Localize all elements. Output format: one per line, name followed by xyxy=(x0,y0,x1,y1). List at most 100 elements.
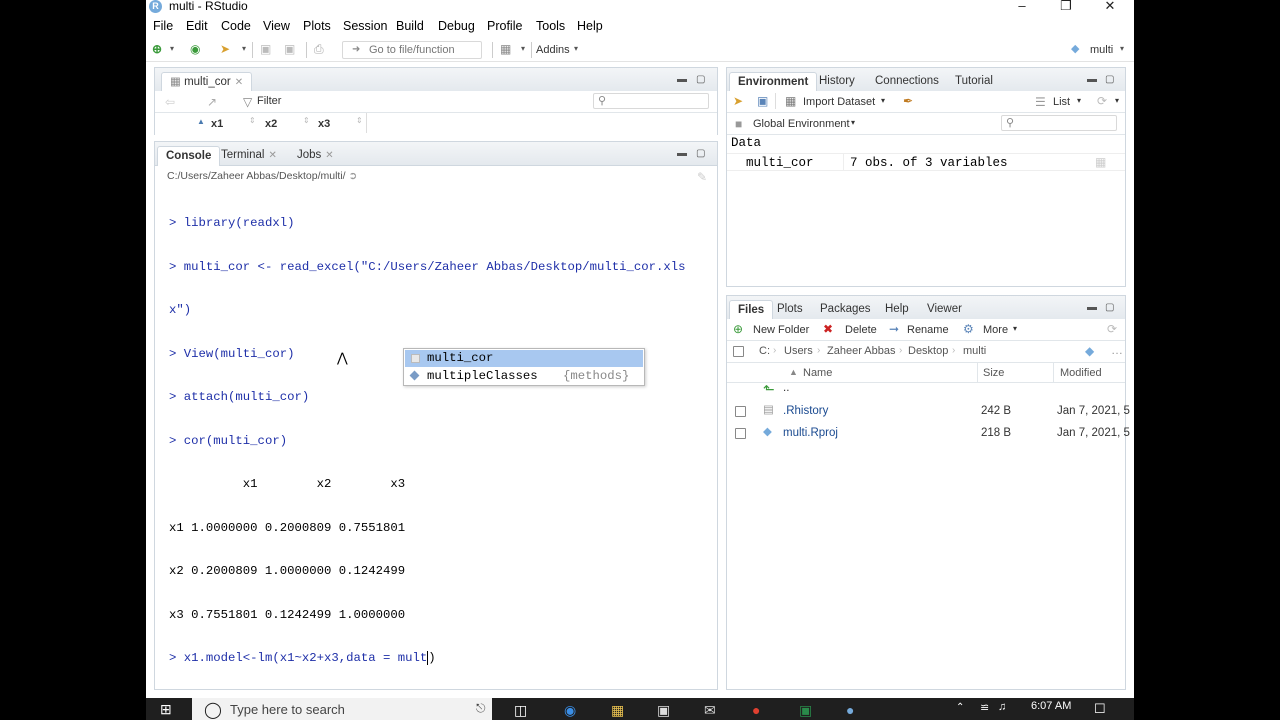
close-icon[interactable]: ✕ xyxy=(1095,0,1125,15)
windows-start-icon[interactable]: ⊞ xyxy=(160,701,172,718)
menu-build[interactable]: Build xyxy=(396,19,424,33)
parent-directory-link[interactable]: .. xyxy=(783,382,789,394)
broom-icon[interactable]: ✒ xyxy=(903,94,913,108)
breadcrumb-item[interactable]: multi xyxy=(963,345,986,357)
store-icon[interactable]: ▣ xyxy=(657,702,670,719)
scope-selector[interactable]: Global Environment xyxy=(753,118,850,130)
file-row-parent[interactable]: ⬑ .. xyxy=(727,378,1125,400)
chevron-down-icon[interactable]: ▾ xyxy=(1115,96,1119,105)
tab-jobs[interactable]: Jobs ✕ xyxy=(289,146,342,166)
wifi-icon[interactable]: ≌ xyxy=(980,701,989,714)
minimize-pane-icon[interactable]: ▬ xyxy=(677,74,687,85)
rename-button[interactable]: Rename xyxy=(907,324,949,336)
file-name-link[interactable]: .Rhistory xyxy=(783,405,828,417)
minimize-pane-icon[interactable]: ▬ xyxy=(1087,302,1097,313)
tab-plots[interactable]: Plots xyxy=(769,300,811,320)
popout-icon[interactable]: ↗ xyxy=(207,95,217,109)
autocomplete-item-multiple-classes[interactable]: multipleClasses {methods} xyxy=(405,368,643,385)
sort-up-icon[interactable]: ▲ xyxy=(197,117,205,126)
refresh-icon[interactable]: ⟳ xyxy=(1107,322,1117,336)
autocomplete-item-multi-cor[interactable]: multi_cor xyxy=(405,350,643,367)
project-icon[interactable]: ◆ xyxy=(1085,344,1094,358)
notifications-icon[interactable]: ☐ xyxy=(1094,701,1106,717)
chevron-down-icon[interactable]: ▾ xyxy=(521,41,525,57)
save-workspace-icon[interactable]: ▣ xyxy=(757,94,768,108)
close-tab-icon[interactable]: ✕ xyxy=(235,77,243,88)
chevron-down-icon[interactable]: ▾ xyxy=(242,41,246,57)
tab-multi-cor[interactable]: ▦ multi_cor ✕ xyxy=(161,72,253,92)
tab-viewer[interactable]: Viewer xyxy=(919,300,970,320)
minimize-pane-icon[interactable]: ▬ xyxy=(1087,74,1097,85)
close-tab-icon[interactable]: ✕ xyxy=(268,150,276,161)
console-input-line[interactable]: > x1.model<-lm(x1~x2+x3,data = mult) xyxy=(169,651,707,666)
menu-tools[interactable]: Tools xyxy=(536,19,565,33)
addins-button[interactable]: Addins xyxy=(536,42,570,58)
tab-environment[interactable]: Environment xyxy=(729,72,818,92)
menu-profile[interactable]: Profile xyxy=(487,19,522,33)
chrome-icon[interactable]: ● xyxy=(752,702,760,718)
maximize-pane-icon[interactable]: ▢ xyxy=(696,148,705,159)
maximize-pane-icon[interactable]: ▢ xyxy=(696,74,705,85)
tab-terminal[interactable]: Terminal ✕ xyxy=(213,146,285,166)
project-menu[interactable]: multi xyxy=(1090,42,1113,58)
import-dataset-button[interactable]: Import Dataset xyxy=(803,96,875,108)
menu-view[interactable]: View xyxy=(263,19,290,33)
menu-code[interactable]: Code xyxy=(221,19,251,33)
view-table-icon[interactable]: ▦ xyxy=(1095,155,1106,169)
file-checkbox[interactable] xyxy=(735,428,746,439)
maximize-pane-icon[interactable]: ▢ xyxy=(1105,74,1114,85)
chevron-down-icon[interactable]: ▾ xyxy=(881,96,885,105)
chevron-down-icon[interactable]: ▾ xyxy=(574,41,578,57)
load-workspace-icon[interactable]: ➤ xyxy=(733,94,743,108)
file-row[interactable]: ◆ multi.Rproj 218 B Jan 7, 2021, 5 xyxy=(727,422,1130,444)
menu-debug[interactable]: Debug xyxy=(438,19,475,33)
breadcrumb-item[interactable]: C: xyxy=(759,345,770,357)
breadcrumb-item[interactable]: Users xyxy=(784,345,813,357)
tab-connections[interactable]: Connections xyxy=(867,72,947,92)
microphone-icon[interactable]: ⎋ xyxy=(476,701,486,716)
sort-icon[interactable]: ⇕ xyxy=(303,116,310,125)
search-input[interactable]: ⚲ xyxy=(1001,115,1117,131)
chevron-down-icon[interactable]: ▾ xyxy=(851,118,855,127)
file-row[interactable]: ▤ .Rhistory 242 B Jan 7, 2021, 5 xyxy=(727,400,1130,422)
environment-row[interactable]: multi_cor 7 obs. of 3 variables ▦ xyxy=(727,153,1125,171)
edge-browser-icon[interactable]: ◉ xyxy=(564,702,576,719)
chevron-down-icon[interactable]: ▾ xyxy=(170,41,174,57)
more-button[interactable]: More xyxy=(983,324,1008,336)
save-all-icon[interactable]: ▣ xyxy=(284,41,295,57)
column-header-x3[interactable]: x3 xyxy=(318,118,330,130)
file-checkbox[interactable] xyxy=(735,406,746,417)
rstudio-taskbar-icon[interactable]: ● xyxy=(846,702,854,718)
tab-files[interactable]: Files xyxy=(729,300,774,320)
refresh-icon[interactable]: ⟳ xyxy=(1097,94,1107,108)
clear-console-icon[interactable]: ✎ xyxy=(697,170,707,184)
open-file-icon[interactable]: ➤ xyxy=(220,41,230,57)
taskbar-search-input[interactable]: Type here to search xyxy=(192,698,492,720)
column-header-x2[interactable]: x2 xyxy=(265,118,277,130)
save-icon[interactable]: ▣ xyxy=(260,41,271,57)
close-tab-icon[interactable]: ✕ xyxy=(325,150,333,161)
volume-icon[interactable]: ♫ xyxy=(998,701,1006,713)
mail-icon[interactable]: ✉ xyxy=(704,702,716,719)
console-input[interactable]: x1.model<-lm(x1~x2+x3,data = mult xyxy=(184,651,428,665)
tab-help[interactable]: Help xyxy=(877,300,917,320)
delete-button[interactable]: Delete xyxy=(845,324,877,336)
chevron-down-icon[interactable]: ▾ xyxy=(1120,41,1124,57)
task-view-icon[interactable]: ◫ xyxy=(514,702,527,719)
chevron-down-icon[interactable]: ▾ xyxy=(1013,324,1017,333)
menu-file[interactable]: File xyxy=(153,19,173,33)
new-file-icon[interactable]: ⊕ xyxy=(152,41,162,57)
chevron-up-icon[interactable]: ⌃ xyxy=(956,702,964,713)
search-input[interactable]: ⚲ xyxy=(593,93,709,109)
more-path-icon[interactable]: … xyxy=(1111,343,1123,357)
menu-plots[interactable]: Plots xyxy=(303,19,331,33)
restore-icon[interactable]: ❐ xyxy=(1051,0,1081,15)
new-project-icon[interactable]: ◉ xyxy=(190,41,200,57)
print-icon[interactable]: ⎙ xyxy=(314,41,324,57)
minimize-icon[interactable]: – xyxy=(1007,0,1037,15)
sort-icon[interactable]: ⇕ xyxy=(249,116,256,125)
excel-icon[interactable]: ▣ xyxy=(799,702,812,719)
breadcrumb-item[interactable]: Zaheer Abbas xyxy=(827,345,896,357)
menu-session[interactable]: Session xyxy=(343,19,387,33)
grid-layout-icon[interactable]: ▦ xyxy=(500,41,511,57)
